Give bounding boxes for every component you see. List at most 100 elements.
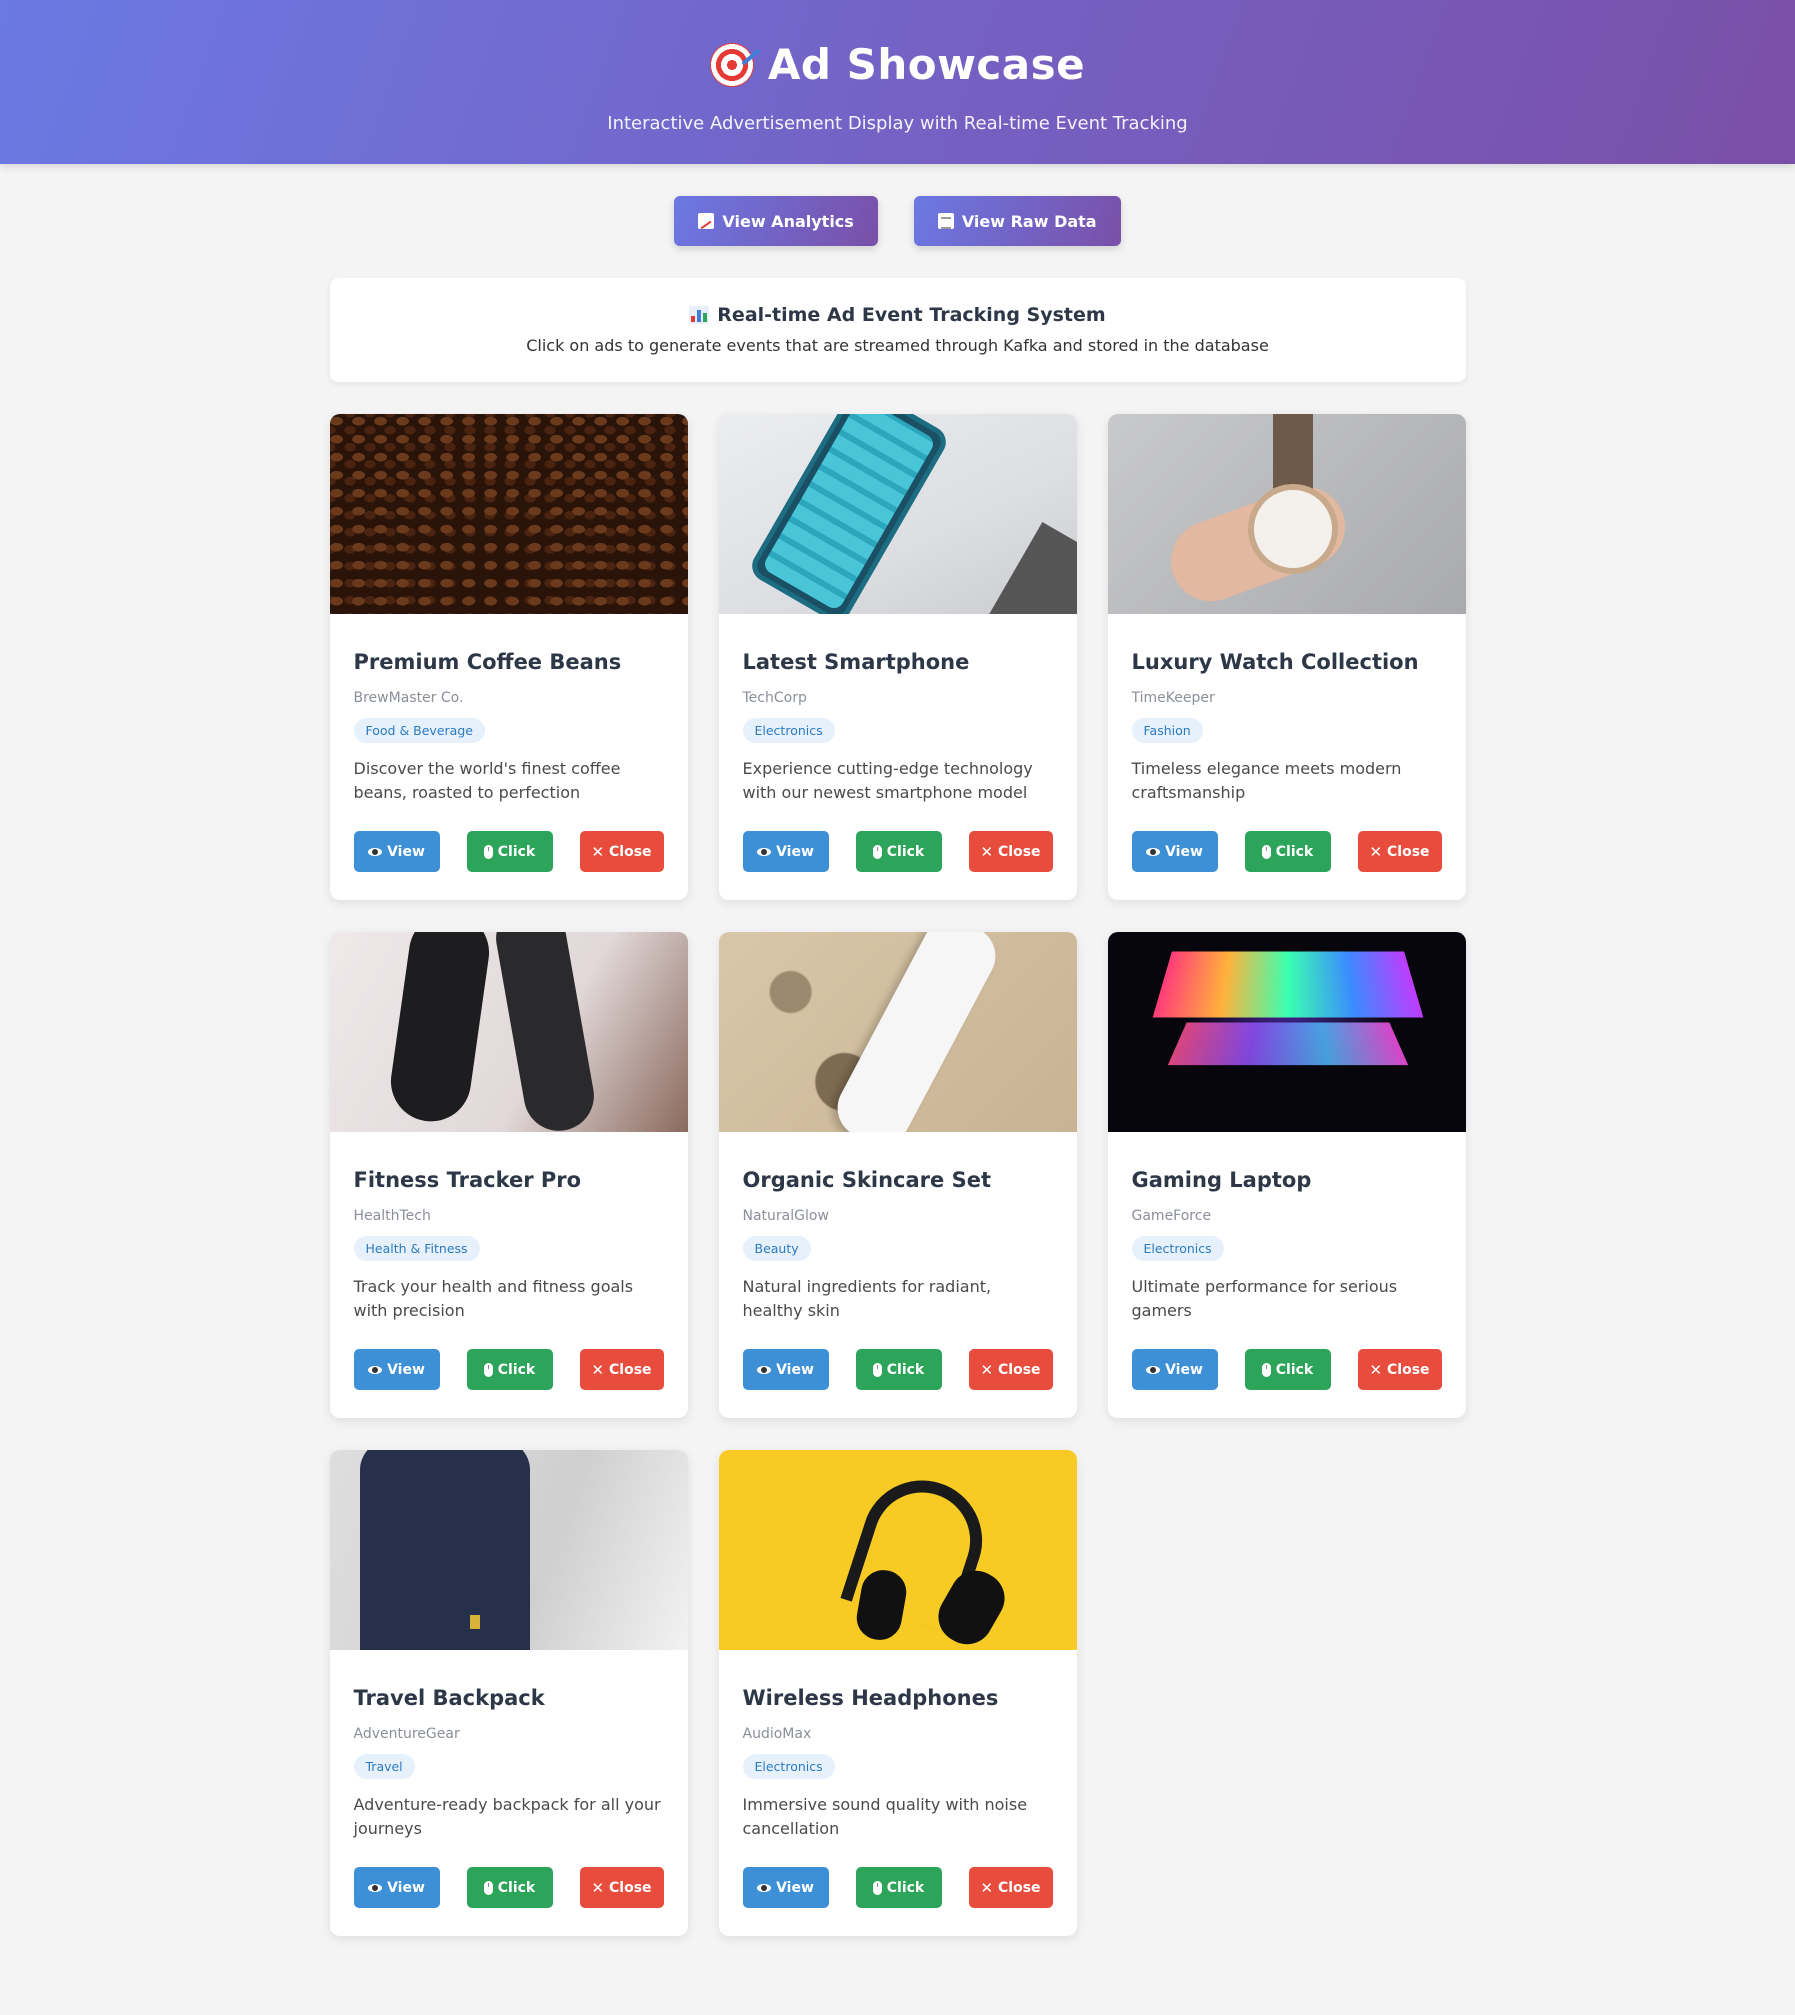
click-button[interactable]: Click: [1244, 1349, 1331, 1390]
top-actions: View Analytics View Raw Data: [0, 196, 1795, 246]
page-title: Ad Showcase: [767, 40, 1086, 89]
ad-card: Gaming Laptop GameForce Electronics Ulti…: [1107, 932, 1466, 1418]
mouse-icon: [1261, 1362, 1271, 1377]
page-subtitle: Interactive Advertisement Display with R…: [607, 112, 1188, 134]
eye-icon: [368, 847, 383, 856]
ad-description: Timeless elegance meets modern craftsman…: [1131, 759, 1402, 802]
watch-image[interactable]: [1107, 414, 1466, 614]
ad-company: GameForce: [1131, 1208, 1212, 1224]
ad-card: Latest Smartphone TechCorp Electronics E…: [718, 414, 1077, 900]
close-button[interactable]: ✕ Close: [968, 831, 1053, 872]
ad-title: Fitness Tracker Pro: [353, 1168, 582, 1192]
ad-company: BrewMaster Co.: [353, 690, 464, 706]
mouse-icon: [483, 1362, 493, 1377]
skincare-image[interactable]: [718, 932, 1077, 1132]
gaming-laptop-image[interactable]: [1107, 932, 1466, 1132]
ad-category-badge: Fashion: [1131, 718, 1203, 743]
view-button[interactable]: View: [353, 831, 440, 872]
headphones-image[interactable]: [718, 1450, 1077, 1650]
view-label: View: [1165, 843, 1203, 860]
close-button[interactable]: ✕ Close: [1357, 1349, 1442, 1390]
close-icon: ✕: [980, 1360, 994, 1379]
backpack-image[interactable]: [329, 1450, 688, 1650]
close-button[interactable]: ✕ Close: [579, 1867, 664, 1908]
click-button[interactable]: Click: [855, 1349, 942, 1390]
close-button[interactable]: ✕ Close: [579, 1349, 664, 1390]
ad-title: Premium Coffee Beans: [353, 650, 622, 674]
smartphone-image[interactable]: [718, 414, 1077, 614]
close-button[interactable]: ✕ Close: [1357, 831, 1442, 872]
view-button[interactable]: View: [742, 1349, 829, 1390]
close-label: Close: [609, 1879, 652, 1896]
close-button[interactable]: ✕ Close: [968, 1349, 1053, 1390]
view-label: View: [387, 1361, 425, 1378]
view-button[interactable]: View: [353, 1349, 440, 1390]
close-label: Close: [609, 1361, 652, 1378]
ad-card: Organic Skincare Set NaturalGlow Beauty …: [718, 932, 1077, 1418]
bar-chart-icon: [689, 306, 710, 324]
mouse-icon: [872, 1362, 882, 1377]
close-icon: ✕: [1369, 1360, 1383, 1379]
eye-icon: [1146, 847, 1161, 856]
click-button[interactable]: Click: [466, 831, 553, 872]
ad-title: Latest Smartphone: [742, 650, 970, 674]
page-header: Ad Showcase Interactive Advertisement Di…: [0, 0, 1795, 164]
view-button[interactable]: View: [742, 1867, 829, 1908]
close-icon: ✕: [591, 1360, 605, 1379]
ad-category-badge: Food & Beverage: [353, 718, 485, 743]
ad-card: Wireless Headphones AudioMax Electronics…: [718, 1450, 1077, 1936]
ad-company: HealthTech: [353, 1208, 431, 1224]
ad-company: NaturalGlow: [742, 1208, 829, 1224]
close-icon: ✕: [980, 842, 994, 861]
ad-company: AdventureGear: [353, 1726, 460, 1742]
view-analytics-button[interactable]: View Analytics: [674, 196, 878, 246]
coffee-beans-image[interactable]: [329, 414, 688, 614]
close-icon: ✕: [980, 1878, 994, 1897]
click-label: Click: [886, 1879, 925, 1896]
ad-description: Experience cutting-edge technology with …: [742, 759, 1033, 802]
close-button[interactable]: ✕ Close: [968, 1867, 1053, 1908]
ad-category-badge: Beauty: [742, 1236, 811, 1261]
ad-category-badge: Travel: [353, 1754, 415, 1779]
view-analytics-label: View Analytics: [722, 211, 854, 231]
ad-grid: Premium Coffee Beans BrewMaster Co. Food…: [329, 414, 1466, 1936]
view-label: View: [387, 1879, 425, 1896]
close-label: Close: [1387, 1361, 1430, 1378]
view-button[interactable]: View: [742, 831, 829, 872]
ad-description: Track your health and fitness goals with…: [353, 1277, 634, 1320]
ad-company: AudioMax: [742, 1726, 812, 1742]
view-button[interactable]: View: [353, 1867, 440, 1908]
view-button[interactable]: View: [1131, 1349, 1218, 1390]
ad-category-badge: Electronics: [1131, 1236, 1224, 1261]
view-button[interactable]: View: [1131, 831, 1218, 872]
click-button[interactable]: Click: [855, 1867, 942, 1908]
close-label: Close: [1387, 843, 1430, 860]
ad-card: Fitness Tracker Pro HealthTech Health & …: [329, 932, 688, 1418]
click-label: Click: [497, 1879, 536, 1896]
view-label: View: [776, 843, 814, 860]
fitness-tracker-image[interactable]: [329, 932, 688, 1132]
click-button[interactable]: Click: [466, 1867, 553, 1908]
mouse-icon: [483, 1880, 493, 1895]
eye-icon: [757, 847, 772, 856]
ad-title: Organic Skincare Set: [742, 1168, 992, 1192]
click-label: Click: [886, 843, 925, 860]
close-label: Close: [609, 843, 652, 860]
info-title-wrap: Real-time Ad Event Tracking System: [689, 304, 1106, 326]
chart-icon: [698, 213, 715, 229]
eye-icon: [757, 1365, 772, 1374]
click-label: Click: [1275, 1361, 1314, 1378]
close-button[interactable]: ✕ Close: [579, 831, 664, 872]
view-raw-data-button[interactable]: View Raw Data: [913, 196, 1121, 246]
close-label: Close: [998, 1879, 1041, 1896]
click-button[interactable]: Click: [855, 831, 942, 872]
eye-icon: [757, 1883, 772, 1892]
target-icon: [709, 42, 754, 87]
click-button[interactable]: Click: [1244, 831, 1331, 872]
view-label: View: [1165, 1361, 1203, 1378]
mouse-icon: [872, 1880, 882, 1895]
ad-category-badge: Electronics: [742, 718, 835, 743]
close-label: Close: [998, 1361, 1041, 1378]
ad-description: Immersive sound quality with noise cance…: [742, 1795, 1028, 1838]
click-button[interactable]: Click: [466, 1349, 553, 1390]
